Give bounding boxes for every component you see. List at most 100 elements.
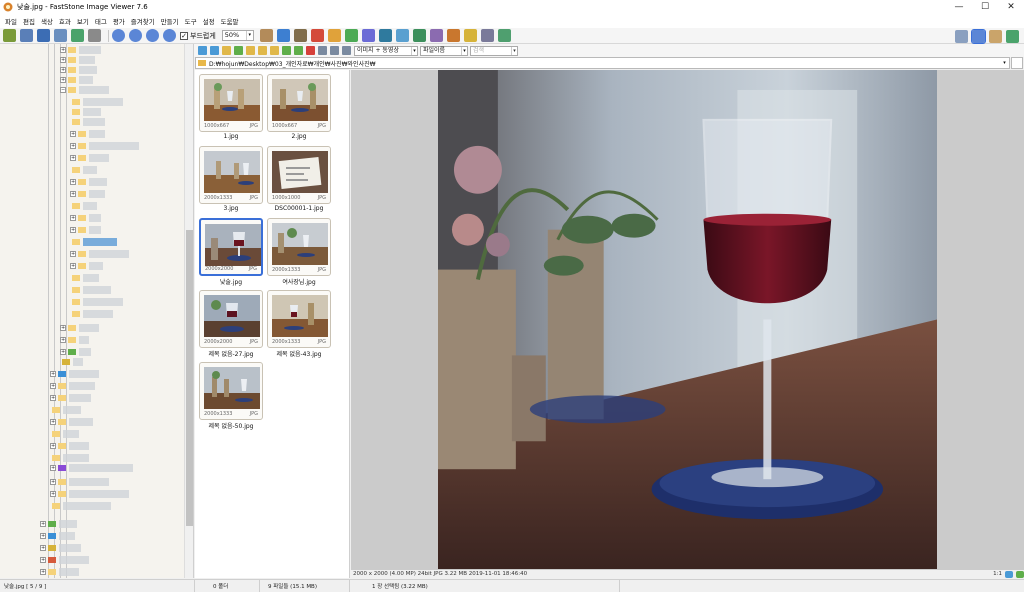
maximize-button[interactable]: ☐	[972, 0, 998, 14]
smooth-checkbox[interactable]: ✓ 부드럽게	[180, 31, 216, 41]
path-bar-button[interactable]	[1011, 57, 1023, 69]
draw-icon[interactable]	[395, 29, 409, 42]
tree-node[interactable]	[70, 98, 123, 106]
thumbnail-browser[interactable]: 1000x667 JPG 1.jpg 1000x667 JPG 2.jpg 2000…	[195, 70, 350, 578]
tree-node[interactable]	[70, 310, 113, 318]
tree-node[interactable]: +	[60, 76, 93, 84]
crop-icon[interactable]	[276, 29, 290, 42]
clone-icon[interactable]	[378, 29, 392, 42]
layout-viewer-icon[interactable]	[989, 30, 1002, 43]
delete-icon[interactable]	[306, 46, 315, 55]
favorites-folder-icon[interactable]	[246, 46, 255, 55]
image-viewer[interactable]	[351, 70, 1024, 570]
tree-node[interactable]: +	[50, 442, 89, 450]
tree-node[interactable]	[50, 430, 79, 438]
tree-node[interactable]: +	[70, 130, 105, 138]
tree-node[interactable]	[70, 238, 117, 246]
sort-select[interactable]: 파일이름 ▾	[420, 45, 468, 56]
print-icon[interactable]	[446, 29, 460, 42]
batch-convert-icon[interactable]	[497, 29, 511, 42]
tree-node[interactable]: +	[60, 46, 101, 54]
tree-node[interactable]: +	[70, 190, 105, 198]
tree-node[interactable]	[60, 358, 83, 366]
tree-node[interactable]: +	[70, 214, 101, 222]
tree-node[interactable]: +	[50, 418, 93, 426]
tree-node[interactable]: +	[40, 544, 81, 552]
menu-settings[interactable]: 설정	[200, 16, 218, 26]
minimize-button[interactable]: —	[946, 0, 972, 14]
tree-node[interactable]: +	[50, 490, 129, 498]
rotate-right-icon[interactable]	[1016, 570, 1024, 578]
adjust-colors-icon[interactable]	[327, 29, 341, 42]
tree-node[interactable]: +	[60, 324, 99, 332]
refresh-icon[interactable]	[234, 46, 243, 55]
tree-node[interactable]	[70, 286, 111, 294]
hand-tool-icon[interactable]	[259, 29, 273, 42]
layout-browser-icon[interactable]	[955, 30, 968, 43]
actual-size-label[interactable]: 1:1	[993, 571, 1002, 577]
tree-node[interactable]: +	[60, 56, 95, 64]
slideshow-icon[interactable]	[88, 29, 101, 42]
thumbnail-card[interactable]: 1000x667 JPG	[199, 74, 263, 132]
tree-node[interactable]: +	[50, 370, 99, 378]
tree-scrollbar[interactable]	[184, 44, 193, 578]
tree-scrollbar-thumb[interactable]	[186, 230, 193, 526]
tree-node[interactable]	[50, 454, 89, 462]
tree-node[interactable]: +	[50, 464, 133, 472]
path-bar[interactable]: D:₩hojun₩Desktop₩03_개인자료₩개인₩사진₩와인사진₩ ▾	[195, 57, 1010, 69]
tree-node[interactable]	[70, 118, 105, 126]
view-mode-select[interactable]: 이미지 + 동영상 ▾	[354, 45, 418, 56]
actual-size-icon[interactable]	[146, 29, 159, 42]
tree-node[interactable]: +	[50, 478, 109, 486]
tree-node[interactable]	[70, 166, 97, 174]
forward-icon[interactable]	[210, 46, 219, 55]
tree-node[interactable]: +	[60, 348, 91, 356]
menu-view[interactable]: 보기	[74, 16, 92, 26]
scanner-icon[interactable]	[480, 29, 494, 42]
red-eye-icon[interactable]	[361, 29, 375, 42]
thumbnail-card[interactable]: 1000x1000 JPG	[267, 146, 331, 204]
tree-node[interactable]: +	[70, 178, 107, 186]
tree-node[interactable]	[70, 202, 97, 210]
rotate-icon[interactable]	[310, 29, 324, 42]
thumbnail-card[interactable]: 2000x2000 JPG	[199, 290, 263, 348]
chevron-down-icon[interactable]: ▾	[1000, 60, 1009, 66]
smooth-checkbox-box[interactable]: ✓	[180, 31, 188, 40]
menu-create[interactable]: 만들기	[158, 16, 182, 26]
menu-effects[interactable]: 효과	[56, 16, 74, 26]
tree-node[interactable]: −	[60, 86, 109, 94]
tree-node[interactable]	[70, 298, 123, 306]
fullscreen-icon[interactable]	[1006, 30, 1019, 43]
tree-node[interactable]: +	[70, 226, 101, 234]
search-box[interactable]: 검색 ▾	[470, 45, 518, 56]
thumbnail-view-icon[interactable]	[330, 46, 339, 55]
select-all-icon[interactable]	[318, 46, 327, 55]
compare-icon[interactable]	[412, 29, 426, 42]
save-as-icon[interactable]	[54, 29, 67, 42]
zoom-out-icon[interactable]	[129, 29, 142, 42]
menu-tag[interactable]: 태그	[92, 16, 110, 26]
menu-color[interactable]: 색상	[38, 16, 56, 26]
open-folder-icon[interactable]	[3, 29, 16, 42]
open-file-icon[interactable]	[20, 29, 33, 42]
wallpaper-icon[interactable]	[463, 29, 477, 42]
folder-tree[interactable]: + + + + − + + + + + + + + + + + + + + + …	[0, 44, 194, 578]
tree-node[interactable]: +	[60, 336, 89, 344]
tree-node[interactable]: +	[40, 568, 79, 576]
rotate-left-icon[interactable]	[1005, 570, 1013, 578]
copy-to-icon[interactable]	[270, 46, 279, 55]
tree-node[interactable]: +	[70, 250, 129, 258]
thumbnail-card[interactable]: 2000x1333 JPG	[267, 218, 331, 276]
thumbnail-card[interactable]: 2000x1333 JPG	[199, 146, 263, 204]
image-info-icon[interactable]	[71, 29, 84, 42]
tree-node[interactable]: +	[40, 556, 89, 564]
tree-node[interactable]	[70, 274, 99, 282]
close-button[interactable]: ✕	[998, 0, 1024, 14]
effects-icon[interactable]	[344, 29, 358, 42]
menu-rating[interactable]: 평가	[110, 16, 128, 26]
zoom-select[interactable]: 50% ▾	[221, 30, 254, 41]
menu-help[interactable]: 도움말	[218, 16, 242, 26]
tree-node[interactable]: +	[60, 66, 97, 74]
menu-file[interactable]: 파일	[2, 16, 20, 26]
menu-favorites[interactable]: 즐겨찾기	[128, 16, 158, 26]
